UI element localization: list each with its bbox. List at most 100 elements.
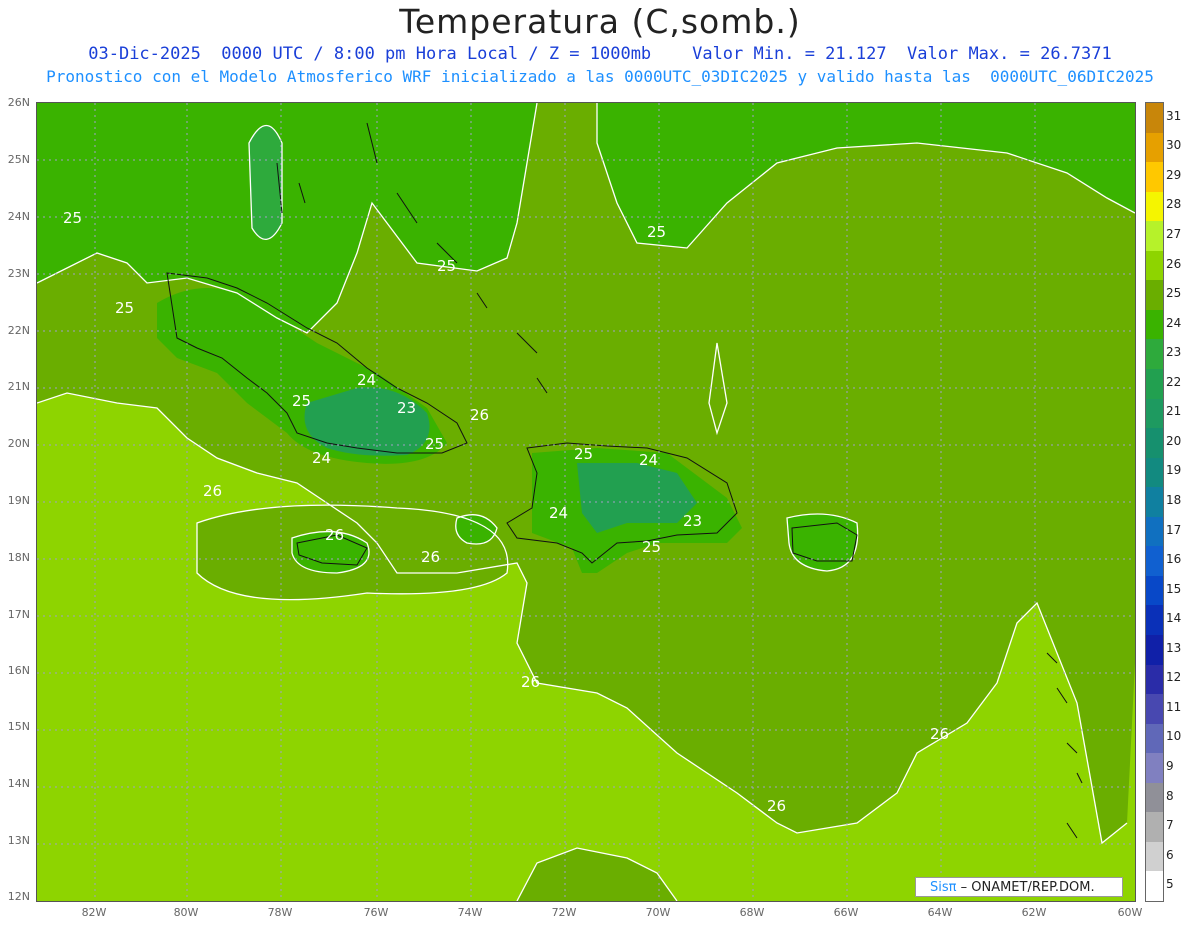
color-legend-label: 8 [1166, 788, 1174, 803]
color-legend-label: 27 [1166, 227, 1182, 241]
contour-label: 26 [767, 797, 786, 815]
color-legend-swatch [1146, 871, 1163, 902]
color-legend-swatch [1146, 841, 1163, 872]
color-legend-label: 29 [1166, 167, 1182, 182]
map-canvas: 25 25 25 25 24 25 23 24 25 26 26 26 26 2… [37, 103, 1135, 901]
color-legend-swatch [1146, 369, 1163, 400]
color-legend-label: 15 [1166, 581, 1182, 596]
contour-label: 24 [312, 449, 331, 467]
color-legend-swatch [1146, 309, 1163, 340]
lon-label: 70W [645, 906, 671, 919]
color-legend-label: 9 [1166, 759, 1174, 773]
contour-label: 24 [639, 451, 658, 469]
lat-label: 12N [7, 890, 30, 903]
lon-label: 68W [739, 906, 765, 919]
lon-label: 78W [267, 906, 293, 919]
lat-label: 20N [7, 437, 30, 450]
color-legend-label: 25 [1166, 286, 1182, 301]
contour-label: 26 [521, 673, 540, 691]
color-legend-swatch [1146, 516, 1163, 547]
credit-text: – ONAMET/REP.DOM. [956, 880, 1095, 895]
contour-label: 25 [292, 392, 311, 410]
color-legend-swatch [1146, 487, 1163, 518]
lon-label: 76W [363, 906, 389, 919]
lat-label: 26N [7, 96, 30, 109]
color-legend-label: 14 [1166, 611, 1182, 626]
temp-zone-24-25-bahamas [249, 125, 282, 240]
color-legend-label: 24 [1166, 315, 1182, 330]
color-legend-swatch [1146, 221, 1163, 252]
color-legend-swatch [1146, 162, 1163, 193]
color-legend-label: 13 [1166, 640, 1182, 655]
color-legend-label: 5 [1166, 877, 1174, 892]
contour-label: 25 [642, 538, 661, 556]
color-legend-label: 20 [1166, 433, 1182, 448]
color-legend-label: 26 [1166, 256, 1182, 271]
color-legend-swatch [1146, 339, 1163, 370]
color-legend-swatch [1146, 398, 1163, 429]
color-legend-label: 23 [1166, 345, 1182, 360]
lon-label: 60W [1117, 906, 1143, 919]
color-legend-label: 31 [1166, 108, 1182, 123]
color-legend-label: 30 [1166, 138, 1182, 153]
credit-brand: Sisπ [930, 880, 957, 895]
lat-label: 17N [7, 608, 30, 621]
contour-label: 26 [203, 482, 222, 500]
color-legend-swatch [1146, 428, 1163, 459]
color-legend-swatch [1146, 753, 1163, 784]
color-legend-label: 7 [1166, 818, 1174, 833]
lat-label: 15N [7, 720, 30, 733]
contour-label: 26 [325, 526, 344, 544]
color-legend-swatch [1146, 103, 1163, 134]
lat-label: 14N [7, 777, 30, 790]
subtitle-line-2: Pronostico con el Modelo Atmosferico WRF… [46, 67, 1154, 86]
contour-label: 26 [470, 406, 489, 424]
lat-label: 21N [7, 380, 30, 393]
lat-label: 22N [7, 324, 30, 337]
color-legend-swatch [1146, 694, 1163, 725]
lat-label: 25N [7, 153, 30, 166]
contour-label: 25 [437, 257, 456, 275]
lon-label: 62W [1021, 906, 1047, 919]
contour-label: 26 [421, 548, 440, 566]
color-legend-label: 22 [1166, 374, 1182, 389]
contour-label: 25 [425, 435, 444, 453]
color-legend-swatch [1146, 782, 1163, 813]
contour-label: 25 [574, 445, 593, 463]
color-legend-label: 12 [1166, 670, 1182, 685]
lat-label: 24N [7, 210, 30, 223]
color-legend-label: 28 [1166, 197, 1182, 212]
lon-label: 72W [551, 906, 577, 919]
color-legend-label: 10 [1166, 729, 1182, 744]
color-legend-bar [1145, 102, 1164, 902]
lon-label: 82W [81, 906, 107, 919]
credit-box: Sisπ – ONAMET/REP.DOM. [915, 877, 1123, 897]
color-legend-swatch [1146, 546, 1163, 577]
lon-label: 66W [833, 906, 859, 919]
color-legend-label: 17 [1166, 522, 1182, 537]
lat-label: 13N [7, 834, 30, 847]
color-legend-swatch [1146, 457, 1163, 488]
color-legend-swatch [1146, 664, 1163, 695]
contour-label: 26 [930, 725, 949, 743]
color-legend-label: 16 [1166, 552, 1182, 567]
lon-label: 64W [927, 906, 953, 919]
color-legend-swatch [1146, 605, 1163, 636]
subtitle-line-1: 03-Dic-2025 0000 UTC / 8:00 pm Hora Loca… [88, 44, 1112, 64]
lon-label: 74W [457, 906, 483, 919]
contour-label: 23 [397, 399, 416, 417]
lon-label: 80W [173, 906, 199, 919]
color-legend-label: 18 [1166, 493, 1182, 507]
contour-label: 24 [357, 371, 376, 389]
lat-label: 23N [7, 267, 30, 280]
color-legend-swatch [1146, 635, 1163, 666]
contour-label: 25 [63, 209, 82, 227]
color-legend-swatch [1146, 280, 1163, 311]
color-legend-swatch [1146, 575, 1163, 606]
map-title: Temperatura (C,somb.) [399, 2, 801, 41]
lat-label: 18N [7, 551, 30, 564]
color-legend-swatch [1146, 250, 1163, 281]
color-legend-label: 11 [1166, 699, 1182, 714]
color-legend-label: 19 [1166, 463, 1182, 478]
color-legend-swatch [1146, 132, 1163, 163]
